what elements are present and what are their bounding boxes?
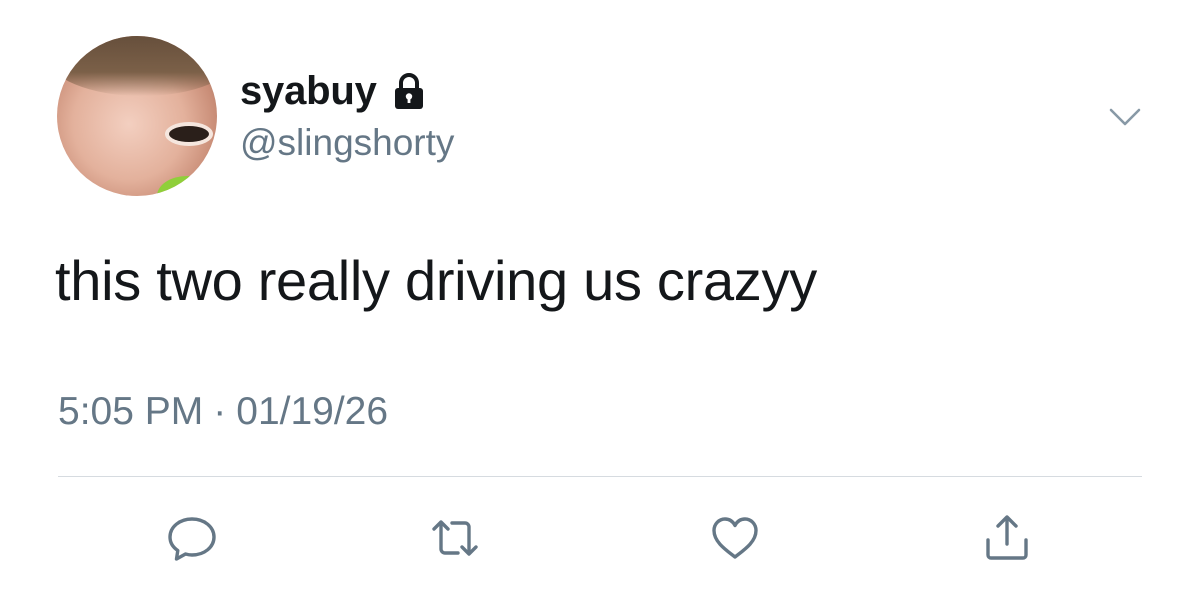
avatar-eye [169,126,209,142]
tweet-text: this two really driving us crazyy [55,249,817,312]
lock-icon [389,71,429,111]
tweet-card: syabuy @slingshorty this two really driv… [0,0,1200,605]
reply-button[interactable] [164,512,220,568]
avatar[interactable] [57,36,217,196]
chevron-down-icon[interactable] [1108,100,1142,134]
timestamp[interactable]: 5:05 PM · 01/19/26 [58,390,388,434]
like-button[interactable] [707,512,763,568]
avatar-shirt [157,176,217,196]
reply-icon [165,511,219,570]
share-button[interactable] [979,512,1035,568]
timestamp-separator: · [213,390,227,433]
retweet-icon [428,511,482,570]
user-handle[interactable]: @slingshorty [240,122,454,164]
avatar-hair [57,36,217,96]
share-icon [980,511,1034,570]
display-name-row: syabuy [240,66,429,116]
tweet-date: 01/19/26 [236,390,389,433]
retweet-button[interactable] [427,512,483,568]
heart-icon [708,511,762,570]
divider [58,476,1142,477]
tweet-time: 5:05 PM [58,390,204,433]
display-name[interactable]: syabuy [240,69,377,114]
